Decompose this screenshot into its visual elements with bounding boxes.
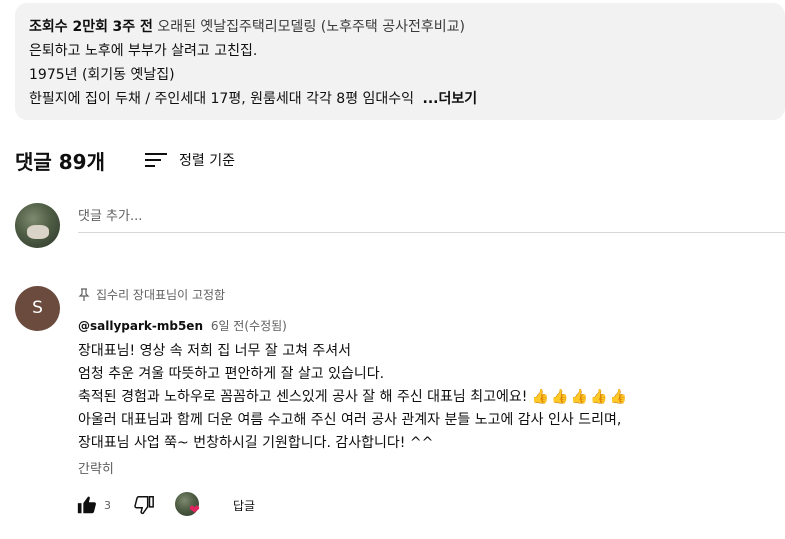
description-line: 1975년 (회기동 옛날집) [29, 67, 175, 83]
comments-count: 댓글 89개 [15, 149, 105, 174]
dislike-button[interactable] [133, 494, 155, 516]
pinned-badge: 집수리 장대표님이 고정함 [78, 286, 225, 303]
comment-body: 장대표님! 영상 속 저희 집 너무 잘 고쳐 주셔서 엄청 추운 겨울 따뜻하… [78, 340, 778, 455]
description-line: 한필지에 집이 두채 / 주인세대 17평, 원룸세대 각각 8평 임대수익 .… [29, 87, 771, 111]
description-line-text: 한필지에 집이 두채 / 주인세대 17평, 원룸세대 각각 8평 임대수익 [29, 91, 415, 107]
comments-header: 댓글 89개 정렬 기준 [15, 146, 235, 174]
like-button[interactable]: 3 [76, 494, 111, 516]
pin-icon [78, 287, 90, 301]
description-line: 은퇴하고 노후에 부부가 살려고 고친집. [29, 43, 258, 59]
thumbs-down-icon [134, 496, 154, 515]
sort-label: 정렬 기준 [179, 153, 235, 169]
like-count: 3 [104, 498, 111, 512]
description-tags: 오래된 옛날집주택리모델링 (노후주택 공사전후비교) [157, 19, 465, 35]
collapse-button[interactable]: 간략히 [78, 458, 114, 477]
description-meta: 조회수 2만회 3주 전 오래된 옛날집주택리모델링 (노후주택 공사전후비교) [29, 15, 771, 39]
comment-line: 축적된 경험과 노하우로 꼼꼼하고 센스있게 공사 잘 해 주신 대표님 최고에… [78, 386, 778, 409]
comment-line: 아울러 대표님과 함께 더운 여름 수고해 주신 여러 공사 관계자 분들 노고… [78, 412, 622, 428]
comment-line: 엄청 추운 겨울 따뜻하고 편안하게 잘 살고 있습니다. [78, 366, 385, 382]
thumbs-up-emoji: 👍👍👍👍👍 [531, 389, 630, 405]
comment-line: 장대표님 사업 쭉~ 번창하시길 기원합니다. 감사합니다! ^^ [78, 435, 434, 451]
pinned-label: 집수리 장대표님이 고정함 [96, 288, 226, 302]
comment-actions: 3 ❤ 답글 [76, 492, 255, 518]
sort-button[interactable]: 정렬 기준 [145, 150, 235, 170]
upload-age: 3주 전 [112, 19, 153, 35]
comment-time[interactable]: 6일 전(수정됨) [211, 319, 287, 333]
view-count: 조회수 2만회 [29, 19, 109, 35]
show-more-button[interactable]: ...더보기 [423, 91, 478, 107]
heart-icon: ❤ [189, 503, 200, 518]
avatar [15, 203, 60, 248]
comment-author[interactable]: @sallypark-mb5en [78, 319, 203, 333]
thumbs-up-icon [77, 496, 96, 514]
video-description[interactable]: 조회수 2만회 3주 전 오래된 옛날집주택리모델링 (노후주택 공사전후비교)… [15, 3, 785, 120]
comment-line: 장대표님! 영상 속 저희 집 너무 잘 고쳐 주셔서 [78, 343, 352, 359]
comment-line-text: 축적된 경험과 노하우로 꼼꼼하고 센스있게 공사 잘 해 주신 대표님 최고에… [78, 389, 528, 405]
comment-author-line: @sallypark-mb5en 6일 전(수정됨) [78, 317, 287, 334]
avatar[interactable]: S [15, 286, 60, 331]
creator-heart: ❤ [175, 492, 203, 518]
add-comment-row: 댓글 추가... [15, 203, 785, 251]
reply-button[interactable]: 답글 [233, 497, 255, 514]
sort-icon [145, 152, 167, 168]
add-comment-input[interactable]: 댓글 추가... [78, 203, 785, 233]
